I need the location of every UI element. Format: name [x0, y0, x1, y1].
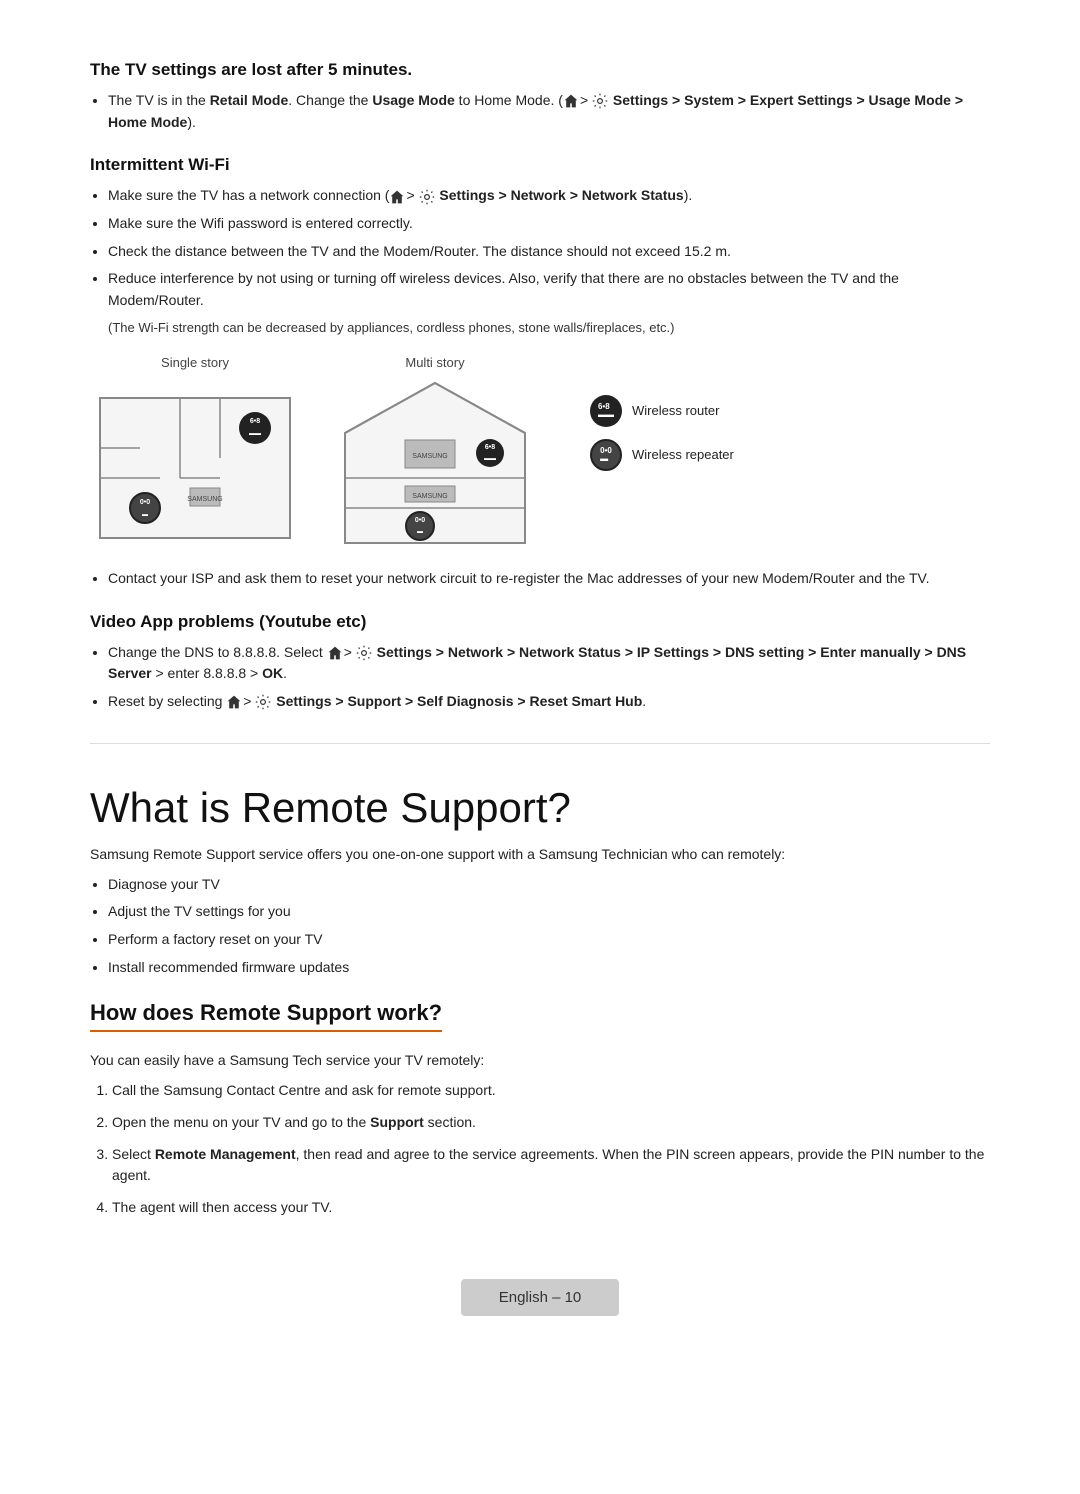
how-remote-support-section: How does Remote Support work? You can ea… — [90, 1000, 990, 1218]
how-step-4: The agent will then access your TV. — [112, 1197, 990, 1219]
gear-icon-span: > — [580, 92, 592, 108]
intermittent-wifi-title: Intermittent Wi-Fi — [90, 155, 990, 175]
tv-settings-lost-title: The TV settings are lost after 5 minutes… — [90, 60, 990, 80]
home-icon — [563, 93, 579, 109]
svg-text:▬▬: ▬▬ — [249, 431, 261, 437]
remote-bullet-2: Adjust the TV settings for you — [108, 901, 990, 923]
repeater-icon: 0•0▬ — [590, 439, 622, 471]
remote-support-intro: Samsung Remote Support service offers yo… — [90, 846, 990, 862]
tv-settings-text-prefix: The TV is in the — [108, 92, 210, 108]
legend-router-item: 6•8▬▬ Wireless router — [590, 395, 734, 427]
video-app-section: Video App problems (Youtube etc) Change … — [90, 612, 990, 713]
svg-text:0•0: 0•0 — [140, 499, 150, 506]
tv-settings-text2: to Home Mode. ( — [455, 92, 563, 108]
wifi-item2: Make sure the Wifi password is entered c… — [108, 213, 990, 235]
single-story-svg: 6•8 ▬▬ 0•0 ▬ SAMSUNG — [90, 378, 300, 548]
wifi-suffix1: ). — [684, 187, 693, 203]
reset-suffix: . — [642, 693, 646, 709]
wifi-item4: Reduce interference by not using or turn… — [108, 268, 990, 311]
multi-story-label: Multi story — [405, 355, 464, 370]
single-story-label: Single story — [161, 355, 229, 370]
legend-repeater-label: Wireless repeater — [632, 447, 734, 462]
remote-bullet-3: Perform a factory reset on your TV — [108, 929, 990, 951]
how-step-2: Open the menu on your TV and go to the S… — [112, 1112, 990, 1134]
gear-icon — [592, 93, 608, 109]
svg-text:▬▬: ▬▬ — [484, 456, 496, 462]
dns-suffix: > enter 8.8.8.8 > — [152, 665, 263, 681]
wifi-list2: Contact your ISP and ask them to reset y… — [90, 568, 990, 590]
svg-text:6•8: 6•8 — [250, 418, 260, 425]
single-story-diagram: Single story 6•8 ▬▬ 0•0 ▬ — [90, 355, 300, 548]
svg-text:SAMSUNG: SAMSUNG — [187, 496, 222, 503]
video-app-list: Change the DNS to 8.8.8.8. Select > Sett… — [90, 642, 990, 713]
wifi-item3: Check the distance between the TV and th… — [108, 241, 990, 263]
video-app-item1: Change the DNS to 8.8.8.8. Select > Sett… — [108, 642, 990, 685]
multi-story-diagram: Multi story SAMSUNG SAMSUNG 6•8 — [330, 355, 540, 548]
wifi-nav1: Settings > Network > Network Status — [436, 187, 684, 203]
video-app-item2: Reset by selecting > Settings > Support … — [108, 691, 990, 713]
wifi-item1: Make sure the TV has a network connectio… — [108, 185, 990, 207]
how-remote-support-intro: You can easily have a Samsung Tech servi… — [90, 1052, 990, 1068]
home-icon-dns — [327, 645, 343, 661]
tv-settings-lost-section: The TV settings are lost after 5 minutes… — [90, 60, 990, 133]
wifi-item5: Contact your ISP and ask them to reset y… — [108, 568, 990, 590]
multi-story-svg: SAMSUNG SAMSUNG 6•8 ▬▬ 0•0 ▬ — [330, 378, 540, 548]
page-number-badge: English – 10 — [461, 1279, 620, 1316]
wifi-diagram-area: Single story 6•8 ▬▬ 0•0 ▬ — [90, 355, 990, 548]
wifi-text1: Make sure the TV has a network connectio… — [108, 187, 389, 203]
gear-icon-reset — [255, 694, 271, 710]
how-remote-support-steps: Call the Samsung Contact Centre and ask … — [90, 1080, 990, 1218]
step3-prefix: Select — [112, 1146, 155, 1162]
how-step-3: Select Remote Management, then read and … — [112, 1144, 990, 1187]
how-remote-support-title: How does Remote Support work? — [90, 1000, 442, 1032]
router-icon: 6•8▬▬ — [590, 395, 622, 427]
gear-icon-dns — [356, 645, 372, 661]
reset-prefix: Reset by selecting — [108, 693, 226, 709]
tv-settings-lost-list: The TV is in the Retail Mode. Change the… — [90, 90, 990, 133]
dns-prefix: Change the DNS to 8.8.8.8. Select — [108, 644, 327, 660]
step2-prefix: Open the menu on your TV and go to the — [112, 1114, 370, 1130]
page-number-label: English – 10 — [499, 1289, 582, 1306]
remote-management-bold: Remote Management — [155, 1146, 296, 1162]
svg-text:SAMSUNG: SAMSUNG — [412, 453, 447, 460]
home-icon-wifi1 — [389, 189, 405, 205]
remote-support-bullets: Diagnose your TV Adjust the TV settings … — [90, 874, 990, 979]
remote-bullet-4: Install recommended firmware updates — [108, 957, 990, 979]
step2-suffix: section. — [424, 1114, 476, 1130]
usage-mode-bold: Usage Mode — [372, 92, 454, 108]
legend-router-label: Wireless router — [632, 403, 719, 418]
remote-support-section: What is Remote Support? Samsung Remote S… — [90, 784, 990, 979]
support-bold: Support — [370, 1114, 424, 1130]
tv-settings-text-middle: . Change the — [288, 92, 372, 108]
ok-bold: OK — [262, 665, 283, 681]
section-divider — [90, 743, 990, 744]
svg-text:0•0: 0•0 — [415, 517, 425, 524]
reset-nav: Settings > Support > Self Diagnosis > Re… — [272, 693, 642, 709]
wifi-legend: 6•8▬▬ Wireless router 0•0▬ Wireless repe… — [590, 395, 734, 471]
svg-text:6•8: 6•8 — [485, 444, 495, 451]
tv-settings-lost-item1: The TV is in the Retail Mode. Change the… — [108, 90, 990, 133]
retail-mode-bold: Retail Mode — [210, 92, 289, 108]
remote-bullet-1: Diagnose your TV — [108, 874, 990, 896]
svg-text:SAMSUNG: SAMSUNG — [412, 493, 447, 500]
remote-support-title: What is Remote Support? — [90, 784, 990, 832]
wifi-note: (The Wi-Fi strength can be decreased by … — [108, 320, 990, 335]
how-step-1: Call the Samsung Contact Centre and ask … — [112, 1080, 990, 1102]
video-app-title: Video App problems (Youtube etc) — [90, 612, 990, 632]
svg-text:▬: ▬ — [142, 512, 148, 518]
intermittent-wifi-section: Intermittent Wi-Fi Make sure the TV has … — [90, 155, 990, 589]
gear-icon-wifi1 — [419, 189, 435, 205]
legend-repeater-item: 0•0▬ Wireless repeater — [590, 439, 734, 471]
intermittent-wifi-list: Make sure the TV has a network connectio… — [90, 185, 990, 311]
home-icon-reset — [226, 694, 242, 710]
svg-text:▬: ▬ — [417, 529, 423, 535]
page-footer: English – 10 — [90, 1279, 990, 1336]
